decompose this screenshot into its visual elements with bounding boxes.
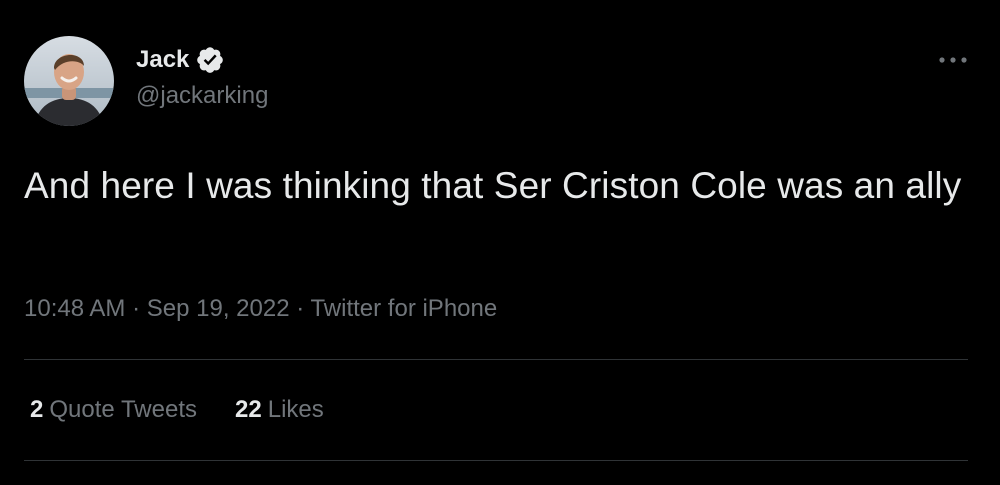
profile-photo	[24, 36, 114, 126]
divider	[24, 460, 968, 461]
tweet-meta: 10:48 AM · Sep 19, 2022 · Twitter for iP…	[24, 295, 497, 323]
verified-check-icon	[195, 45, 225, 75]
tweet-card: Jack @jackarking And here I was thinking…	[0, 0, 1000, 485]
display-name[interactable]: Jack	[136, 46, 189, 74]
author-block: Jack @jackarking	[136, 44, 268, 110]
tweet-date[interactable]: Sep 19, 2022	[147, 295, 290, 322]
quote-tweets-label: Quote Tweets	[49, 396, 198, 423]
likes-link[interactable]: 22 Likes	[235, 396, 324, 424]
more-options-button[interactable]	[936, 48, 970, 72]
meta-separator: ·	[132, 295, 147, 322]
avatar[interactable]	[24, 36, 114, 126]
likes-label: Likes	[267, 396, 324, 423]
meta-separator: ·	[296, 295, 311, 322]
tweet-source[interactable]: Twitter for iPhone	[310, 295, 497, 322]
divider	[24, 359, 968, 360]
quote-tweets-link[interactable]: 2 Quote Tweets	[30, 396, 197, 424]
likes-count: 22	[235, 396, 262, 423]
quote-tweets-count: 2	[30, 396, 44, 423]
tweet-time[interactable]: 10:48 AM	[24, 295, 125, 322]
more-horizontal-icon	[939, 57, 967, 63]
tweet-text: And here I was thinking that Ser Criston…	[24, 165, 962, 206]
tweet-stats: 2 Quote Tweets 22 Likes	[30, 396, 362, 424]
user-handle[interactable]: @jackarking	[136, 82, 268, 110]
name-row: Jack	[136, 44, 268, 76]
